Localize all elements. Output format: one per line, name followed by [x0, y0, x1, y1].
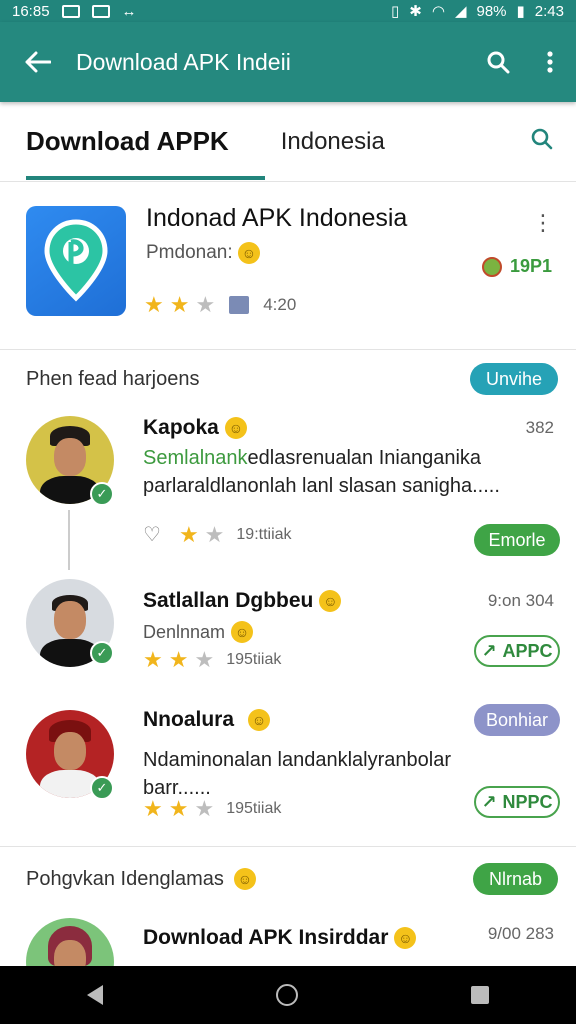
section-header: Phen fead harjoens Unvihe — [0, 354, 576, 404]
app-logo-icon — [26, 206, 126, 316]
app-badge: 19P1 — [481, 256, 552, 277]
review-meta: 382 — [525, 418, 554, 437]
review-action-button[interactable]: ↗ APPC — [474, 635, 560, 667]
section-title: Phen fead harjoens — [26, 367, 200, 390]
review-meta: 9:on 304 — [487, 591, 554, 610]
more-vert-icon[interactable] — [524, 50, 576, 74]
back-arrow-icon[interactable] — [0, 51, 76, 73]
smiley-icon: ☺ — [248, 709, 271, 731]
verified-icon: ✓ — [90, 776, 114, 800]
smiley-icon: ☺ — [233, 868, 256, 890]
smiley-icon: ☺ — [394, 927, 417, 949]
app-card[interactable]: Indonad APK Indonesia Pmdonan: ☺ ★ ★ ★ 4… — [0, 190, 576, 350]
star-icon: ★ — [169, 292, 190, 317]
status-time: 16:85 — [12, 2, 50, 20]
arrow-icon: ↔ — [121, 2, 137, 20]
status-clock: 2:43 — [534, 2, 564, 20]
arrow-icon: ↗ — [481, 640, 497, 661]
app-rating: ★ ★ ★ 4:20 — [144, 294, 296, 316]
review-text: Semlalnankedlasrenualan Inianganika parl… — [143, 447, 500, 497]
review-action-button[interactable]: ↗ NPPC — [474, 786, 560, 818]
notification-icon — [61, 4, 80, 18]
heart-icon[interactable]: ♡ — [143, 522, 161, 547]
verified-icon: ✓ — [90, 641, 114, 665]
signal-icon: ◢ — [454, 3, 467, 20]
rating-count: 4:20 — [263, 295, 297, 314]
wifi-icon: ◠ — [431, 3, 445, 20]
divider — [0, 846, 576, 847]
nav-recents-icon[interactable] — [471, 986, 490, 1004]
review-rating: ★ ★ ★ 195tiiak — [143, 647, 282, 672]
app-more-icon[interactable]: ⋮ — [532, 210, 554, 236]
review-top-button[interactable]: Bonhiar — [474, 704, 560, 736]
star-icon: ★ — [143, 796, 163, 821]
appbar-title: Download APK Indeii — [76, 48, 291, 75]
reviewer-name: Download APK Insirddar ☺ — [143, 926, 417, 950]
status-bar: 16:85 ↔ ▯ ✱ ◠ ◢ 98% ▮ 2:43 — [0, 0, 576, 22]
bluetooth-icon: ✱ — [409, 3, 422, 20]
app-bar: Download APK Indeii — [0, 22, 576, 102]
reviewer-name: Nnoalura ☺ — [143, 708, 271, 732]
star-icon: ★ — [168, 796, 189, 821]
section-title: Pohgvkan Idenglamas ☺ — [26, 868, 256, 891]
notification-icon-2 — [91, 4, 110, 18]
media-icon — [229, 296, 250, 314]
system-nav-bar — [0, 966, 576, 1024]
smiley-icon: ☺ — [231, 621, 254, 643]
app-name: Indonad APK Indonesia — [146, 204, 408, 232]
review-subtitle: Denlnnam ☺ — [143, 621, 254, 643]
star-icon: ★ — [168, 647, 189, 672]
review-action-button[interactable]: Emorle — [474, 524, 560, 556]
star-icon: ★ — [143, 647, 163, 672]
reviewer-name: Kapoka ☺ — [143, 416, 247, 440]
arrow-icon: ↗ — [481, 791, 497, 812]
search-icon[interactable] — [472, 50, 524, 74]
star-icon: ★ — [178, 521, 199, 547]
review-rating: ♡ ★ ★ 19:ttiiak — [143, 521, 292, 547]
review-text: Ndaminonalan landanklalyranbolar barr...… — [143, 749, 451, 799]
badge-icon — [481, 256, 502, 277]
tab-search-icon[interactable] — [530, 127, 554, 156]
battery-icon: ▮ — [516, 3, 525, 20]
section-header: Pohgvkan Idenglamas ☺ Nlrnab — [0, 854, 576, 904]
smiley-icon: ☺ — [224, 417, 247, 439]
tab-bar: Download APPK Indonesia — [0, 102, 576, 182]
star-icon: ★ — [204, 521, 225, 547]
nav-home-icon[interactable] — [275, 984, 298, 1006]
review-rating: ★ ★ ★ 195tiiak — [143, 796, 282, 821]
smiley-icon: ☺ — [237, 242, 260, 264]
vibrate-icon: ▯ — [391, 3, 400, 20]
app-subtitle: Pmdonan: ☺ — [146, 242, 260, 264]
tab-indonesia[interactable]: Indonesia — [255, 102, 411, 182]
nav-back-icon[interactable] — [86, 985, 103, 1005]
section-action-button[interactable]: Unvihe — [469, 363, 558, 395]
star-icon: ★ — [194, 647, 215, 672]
review-meta: 9/00 283 — [487, 924, 554, 943]
battery-percent: 98% — [476, 2, 507, 20]
thread-line — [68, 510, 70, 570]
smiley-icon: ☺ — [319, 590, 342, 612]
tab-download-apk[interactable]: Download APPK — [0, 102, 265, 182]
section-action-button[interactable]: Nlrnab — [472, 863, 558, 895]
verified-icon: ✓ — [90, 482, 114, 506]
star-icon: ★ — [144, 292, 164, 317]
star-icon: ★ — [195, 292, 216, 317]
star-icon: ★ — [194, 796, 215, 821]
reviewer-name: Satlallan Dgbbeu ☺ — [143, 589, 342, 613]
